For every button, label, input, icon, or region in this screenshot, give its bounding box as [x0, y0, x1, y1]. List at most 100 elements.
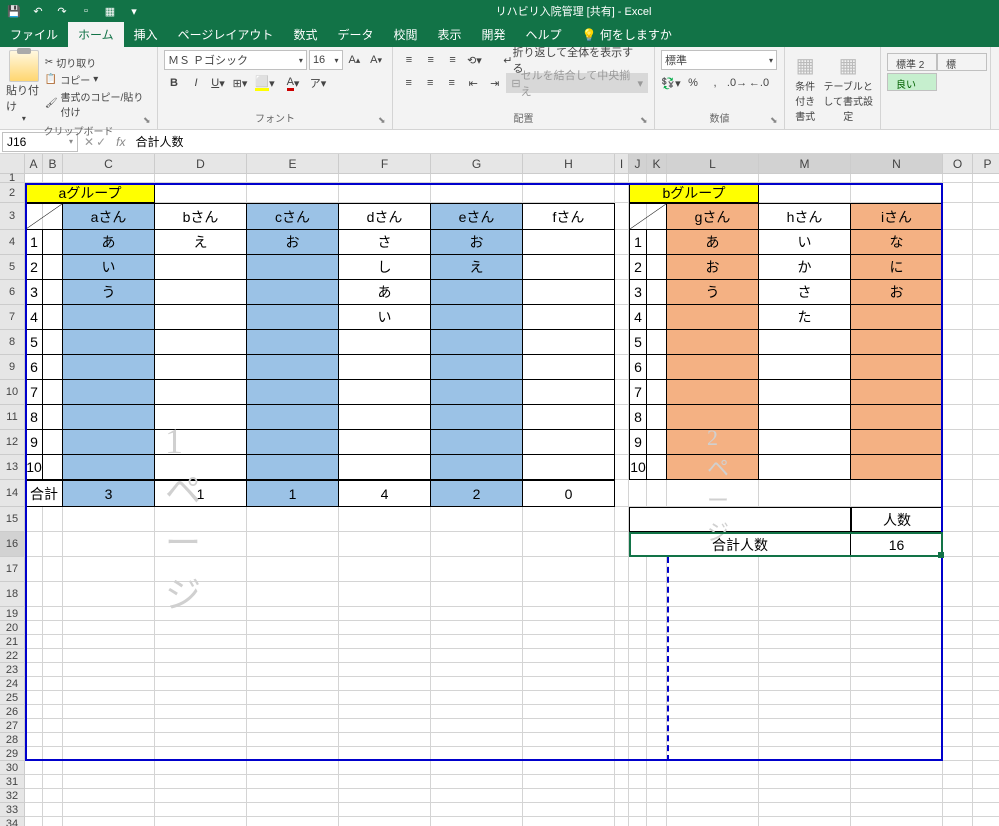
cell[interactable] — [615, 532, 629, 557]
data-cell[interactable] — [851, 305, 943, 330]
cell[interactable] — [851, 691, 943, 705]
cell[interactable] — [431, 677, 523, 691]
cell[interactable] — [247, 607, 339, 621]
worksheet[interactable]: ABCDEFGHIJKLMNOP 12345678910111213141516… — [0, 154, 999, 826]
tab-home[interactable]: ホーム — [68, 22, 124, 47]
data-cell[interactable]: う — [63, 280, 155, 305]
cell[interactable] — [973, 557, 999, 582]
cell[interactable] — [851, 557, 943, 582]
cell[interactable] — [851, 621, 943, 635]
cell[interactable] — [615, 733, 629, 747]
cell[interactable] — [431, 733, 523, 747]
cell[interactable] — [759, 719, 851, 733]
total-cell[interactable]: 3 — [63, 480, 155, 507]
cell[interactable] — [973, 775, 999, 789]
cell[interactable] — [523, 174, 615, 183]
row-header[interactable]: 7 — [0, 305, 25, 330]
cell[interactable] — [43, 430, 63, 455]
total-people-value[interactable]: 16 — [851, 532, 943, 557]
cell[interactable] — [247, 557, 339, 582]
cell[interactable] — [43, 355, 63, 380]
cell[interactable] — [615, 607, 629, 621]
cell[interactable] — [851, 817, 943, 826]
cell[interactable] — [431, 761, 523, 775]
cell[interactable] — [155, 817, 247, 826]
cell[interactable] — [339, 649, 431, 663]
cell[interactable] — [25, 747, 43, 761]
data-cell[interactable]: お — [667, 255, 759, 280]
col-header[interactable]: P — [973, 154, 999, 174]
data-cell[interactable] — [431, 280, 523, 305]
cell[interactable] — [615, 803, 629, 817]
data-cell[interactable] — [759, 380, 851, 405]
cell[interactable] — [943, 557, 973, 582]
group-a-title[interactable]: aグループ — [25, 183, 155, 203]
cell[interactable] — [943, 183, 973, 203]
data-cell[interactable] — [63, 430, 155, 455]
row-num[interactable]: 2 — [25, 255, 43, 280]
cell[interactable] — [43, 705, 63, 719]
cell[interactable] — [63, 663, 155, 677]
cell[interactable] — [851, 607, 943, 621]
cell[interactable] — [759, 635, 851, 649]
cell[interactable] — [851, 719, 943, 733]
cell[interactable] — [615, 775, 629, 789]
total-label[interactable]: 合計 — [25, 480, 63, 507]
cell[interactable] — [851, 733, 943, 747]
cell[interactable] — [667, 789, 759, 803]
row-header[interactable]: 16 — [0, 532, 25, 557]
data-cell[interactable] — [431, 355, 523, 380]
cell[interactable] — [247, 803, 339, 817]
cell[interactable] — [759, 557, 851, 582]
row-num[interactable]: 1 — [25, 230, 43, 255]
tab-formulas[interactable]: 数式 — [283, 22, 327, 47]
total-cell[interactable]: 2 — [431, 480, 523, 507]
cell[interactable] — [973, 305, 999, 330]
data-cell[interactable] — [247, 380, 339, 405]
cell[interactable] — [63, 705, 155, 719]
row-num[interactable]: 4 — [25, 305, 43, 330]
cell[interactable] — [973, 719, 999, 733]
cell[interactable] — [973, 183, 999, 203]
cell[interactable] — [615, 677, 629, 691]
cell[interactable] — [851, 803, 943, 817]
cell[interactable] — [247, 789, 339, 803]
cell[interactable] — [759, 183, 851, 203]
cell[interactable] — [851, 705, 943, 719]
align-top-icon[interactable]: ≡ — [399, 50, 419, 70]
cell[interactable] — [647, 430, 667, 455]
data-cell[interactable]: な — [851, 230, 943, 255]
font-color-button[interactable]: A▾ — [280, 73, 306, 93]
cell[interactable] — [339, 677, 431, 691]
select-all-corner[interactable] — [0, 154, 25, 174]
cell[interactable] — [339, 691, 431, 705]
cell[interactable] — [63, 817, 155, 826]
cell[interactable] — [647, 761, 667, 775]
cell[interactable] — [943, 255, 973, 280]
cell[interactable] — [647, 747, 667, 761]
merge-center-button[interactable]: ⊟ セルを結合して中央揃え▾ — [506, 73, 648, 93]
data-cell[interactable] — [759, 355, 851, 380]
cell[interactable] — [63, 557, 155, 582]
cell[interactable] — [647, 733, 667, 747]
col-header[interactable]: G — [431, 154, 523, 174]
cell[interactable] — [759, 705, 851, 719]
cell[interactable] — [943, 663, 973, 677]
data-cell[interactable] — [759, 455, 851, 480]
row-num[interactable]: 2 — [629, 255, 647, 280]
fill-color-button[interactable]: ⬜▾ — [252, 73, 278, 93]
font-size-dropdown[interactable]: 16▾ — [309, 50, 343, 70]
cell[interactable] — [615, 480, 629, 507]
cell[interactable] — [43, 747, 63, 761]
diag-header[interactable] — [629, 203, 667, 230]
cell[interactable] — [943, 203, 973, 230]
data-cell[interactable] — [431, 380, 523, 405]
cell[interactable] — [247, 775, 339, 789]
row-num[interactable]: 8 — [25, 405, 43, 430]
cell[interactable] — [615, 183, 629, 203]
col-header[interactable]: H — [523, 154, 615, 174]
cell[interactable] — [851, 747, 943, 761]
cell[interactable] — [667, 557, 759, 582]
data-cell[interactable] — [667, 330, 759, 355]
cell[interactable] — [63, 677, 155, 691]
